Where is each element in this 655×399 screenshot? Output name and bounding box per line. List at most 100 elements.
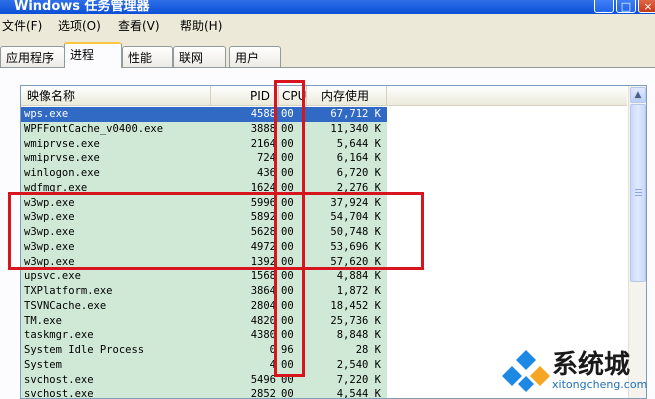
process-name: TM.exe (24, 314, 62, 327)
column-image-name[interactable]: 映像名称 (21, 86, 211, 106)
table-row[interactable]: WPFFontCache_v0400.exe 3888 00 11,340 K (21, 121, 627, 137)
process-pid: 3864 (250, 285, 276, 297)
process-memory: 18,452 K (330, 299, 381, 312)
process-name: wps.exe (24, 108, 69, 120)
process-name: wmiprvse.exe (24, 152, 100, 165)
process-name: w3wp.exe (24, 196, 75, 209)
process-pid: 5996 (250, 196, 276, 209)
tab-performance[interactable]: 性能 (122, 46, 173, 67)
process-cpu: 00 (281, 226, 294, 238)
process-name: svchost.exe (24, 388, 94, 399)
brand-logo-icon (502, 350, 550, 392)
process-name: System (24, 358, 62, 371)
process-cpu: 00 (281, 167, 294, 179)
process-name: wdfmgr.exe (24, 181, 88, 194)
tab-applications[interactable]: 应用程序 (0, 46, 65, 67)
process-cpu: 00 (281, 358, 294, 371)
table-row[interactable]: TXPlatform.exe 3864 00 1,872 K (21, 284, 627, 299)
process-cpu: 00 (281, 181, 294, 194)
tab-processes[interactable]: 进程 (64, 42, 122, 68)
scroll-thumb[interactable] (630, 104, 646, 282)
process-cpu: 00 (281, 388, 294, 399)
tab-strip: 应用程序 进程 性能 联网 用户 (0, 36, 655, 68)
grip-line (635, 195, 642, 196)
process-pid: 1392 (250, 255, 276, 268)
process-pid: 4380 (250, 329, 276, 342)
table-row[interactable]: TM.exe 4820 00 25,736 K (21, 313, 627, 329)
table-row[interactable]: wmiprvse.exe 2164 00 5,644 K (21, 136, 627, 152)
process-cpu: 00 (281, 329, 294, 342)
process-name: upsvc.exe (24, 270, 81, 283)
process-cpu: 00 (281, 211, 294, 224)
tab-networking[interactable]: 联网 (173, 46, 226, 67)
process-cpu: 00 (281, 137, 294, 150)
process-memory: 28 K (355, 344, 381, 356)
process-pid: 436 (257, 167, 276, 179)
minimize-button[interactable]: _ (594, 0, 614, 13)
table-row[interactable]: TSVNCache.exe 2804 00 18,452 K (21, 298, 627, 314)
process-name: WPFFontCache_v0400.exe (24, 122, 164, 135)
process-memory: 53,696 K (330, 240, 381, 253)
menu-help[interactable]: 帮助(H) (180, 17, 222, 34)
table-row[interactable]: wps.exe 4588 00 67,712 K (21, 107, 627, 122)
process-pid: 0 (269, 344, 276, 356)
process-pid: 4588 (250, 108, 276, 120)
process-cpu: 00 (281, 240, 294, 253)
grip-line (635, 189, 642, 190)
process-pid: 724 (257, 152, 276, 165)
table-row[interactable]: wmiprvse.exe 724 00 6,164 K (21, 151, 627, 166)
menu-file[interactable]: 文件(F) (2, 17, 42, 34)
process-memory: 2,540 K (336, 358, 381, 371)
process-name: taskmgr.exe (24, 329, 94, 342)
table-row[interactable]: wdfmgr.exe 1624 00 2,276 K (21, 180, 627, 196)
process-cpu: 96 (281, 344, 294, 356)
process-memory: 4,544 K (336, 388, 381, 399)
table-row[interactable]: w3wp.exe 5892 00 54,704 K (21, 210, 627, 225)
process-memory: 8,848 K (336, 329, 381, 342)
process-name: svchost.exe (24, 373, 94, 386)
process-memory: 67,712 K (330, 108, 381, 120)
process-memory: 4,884 K (336, 270, 381, 283)
table-row[interactable]: w3wp.exe 5628 00 50,748 K (21, 225, 627, 240)
process-memory: 50,748 K (330, 226, 381, 238)
table-row[interactable]: winlogon.exe 436 00 6,720 K (21, 166, 627, 181)
watermark-brand: 系统城 (552, 350, 631, 380)
menu-options[interactable]: 选项(O) (58, 17, 101, 34)
close-button[interactable]: × (638, 0, 655, 13)
window-title: Windows 任务管理器 (14, 0, 150, 14)
scroll-up-icon[interactable]: ▲ (630, 87, 646, 103)
process-cpu: 00 (281, 122, 294, 135)
column-cpu[interactable]: CPU (279, 86, 307, 106)
process-memory: 25,736 K (330, 314, 381, 327)
process-memory: 2,276 K (336, 181, 381, 194)
process-memory: 54,704 K (330, 211, 381, 224)
process-pid: 2804 (250, 299, 276, 312)
process-pid: 1568 (250, 270, 276, 283)
tab-users[interactable]: 用户 (229, 46, 281, 67)
process-cpu: 00 (281, 255, 294, 268)
column-pid[interactable]: PID (211, 86, 279, 106)
table-row[interactable]: w3wp.exe 4972 00 53,696 K (21, 239, 627, 255)
column-memory[interactable]: 内存使用 (307, 86, 387, 106)
menu-view[interactable]: 查看(V) (118, 17, 160, 34)
process-pid: 5496 (250, 373, 276, 386)
process-pid: 4820 (250, 314, 276, 327)
process-name: System Idle Process (24, 344, 145, 356)
menu-bar: 文件(F) 选项(O) 查看(V) 帮助(H) (0, 14, 655, 36)
process-name: w3wp.exe (24, 255, 75, 268)
process-pid: 5628 (250, 226, 276, 238)
process-name: w3wp.exe (24, 226, 75, 238)
process-pid: 4972 (250, 240, 276, 253)
process-pid: 3888 (250, 122, 276, 135)
table-row[interactable]: w3wp.exe 1392 00 57,620 K (21, 254, 627, 270)
list-header: 映像名称 PID CPU 内存使用 (21, 86, 627, 106)
maximize-button[interactable]: □ (616, 0, 636, 13)
table-row[interactable]: w3wp.exe 5996 00 37,924 K (21, 195, 627, 211)
watermark: 系统城 xitongcheng.com (500, 338, 655, 399)
process-name: winlogon.exe (24, 167, 100, 179)
title-bar: Windows 任务管理器 _ □ × (0, 0, 655, 14)
process-pid: 4 (269, 358, 276, 371)
process-memory: 6,720 K (336, 167, 381, 179)
process-memory: 5,644 K (336, 137, 381, 150)
table-row[interactable]: upsvc.exe 1568 00 4,884 K (21, 269, 627, 284)
